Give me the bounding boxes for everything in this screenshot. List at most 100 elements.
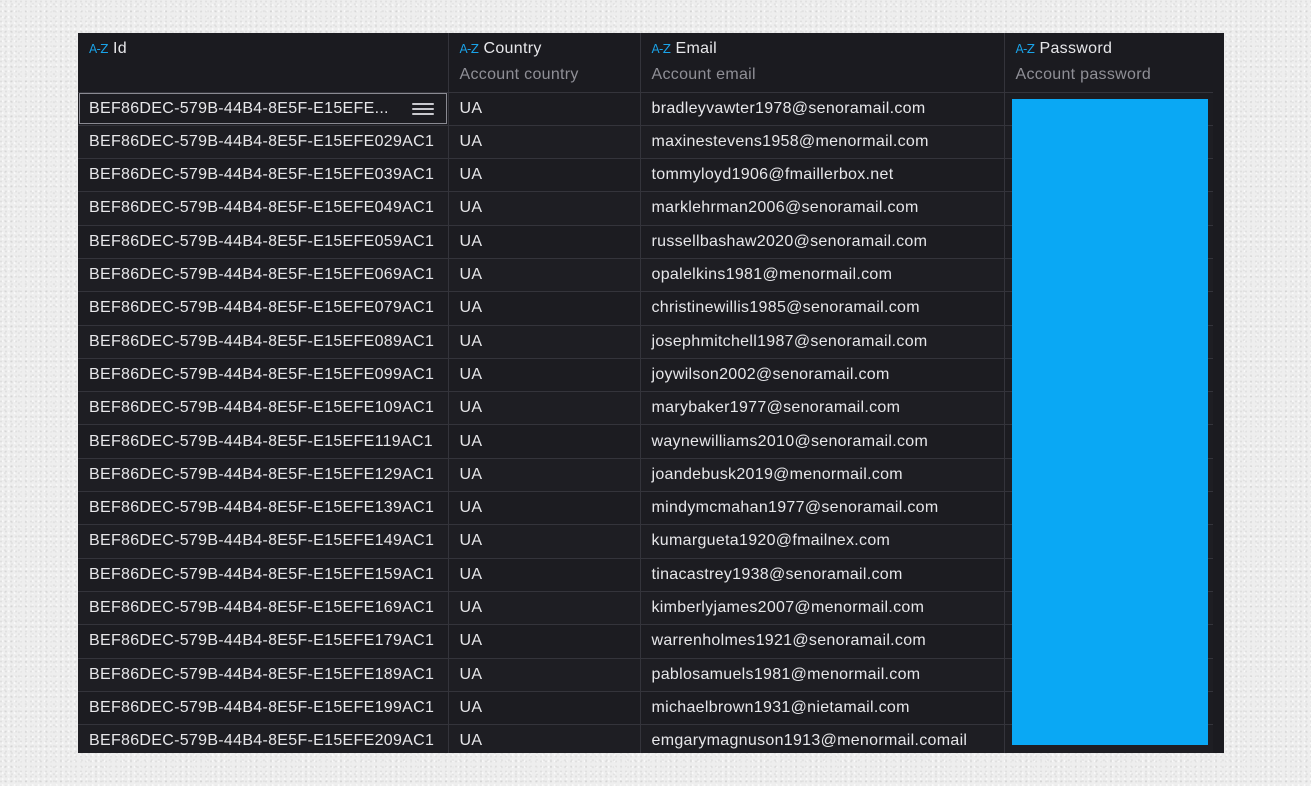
cell-text: maxinestevens1958@menormail.com <box>651 132 929 150</box>
id-cell[interactable]: BEF86DEC-579B-44B4-8E5F-E15EFE149AC1 <box>78 524 449 559</box>
cell-text: BEF86DEC-579B-44B4-8E5F-E15EFE049AC1 <box>89 199 435 217</box>
id-cell[interactable]: BEF86DEC-579B-44B4-8E5F-E15EFE109AC1 <box>78 391 449 426</box>
country-cell[interactable]: UA <box>448 158 641 193</box>
cell-text: josephmitchell1987@senoramail.com <box>651 332 928 350</box>
email-cell[interactable]: waynewilliams2010@senoramail.com <box>640 424 1005 459</box>
country-cell[interactable]: UA <box>448 325 641 359</box>
sort-az-icon[interactable]: A-Z <box>1016 42 1036 56</box>
email-cell[interactable]: russellbashaw2020@senoramail.com <box>640 225 1005 259</box>
id-cell[interactable]: BEF86DEC-579B-44B4-8E5F-E15EFE179AC1 <box>78 624 449 659</box>
country-cell[interactable]: UA <box>448 125 641 160</box>
sort-az-icon[interactable]: A-Z <box>460 42 480 56</box>
email-cell[interactable]: kumargueta1920@fmailnex.com <box>640 524 1005 559</box>
email-cell[interactable]: kimberlyjames2007@menormail.com <box>640 591 1005 626</box>
cell-text: BEF86DEC-579B-44B4-8E5F-E15EFE079AC1 <box>89 299 435 317</box>
id-cell[interactable]: BEF86DEC-579B-44B4-8E5F-E15EFE199AC1 <box>78 691 449 726</box>
id-cell[interactable]: BEF86DEC-579B-44B4-8E5F-E15EFE... <box>78 92 449 126</box>
id-cell[interactable]: BEF86DEC-579B-44B4-8E5F-E15EFE189AC1 <box>78 658 449 692</box>
hamburger-menu-icon[interactable] <box>411 102 434 115</box>
country-cell[interactable]: UA <box>448 691 641 726</box>
email-cell[interactable]: christinewillis1985@senoramail.com <box>640 291 1005 326</box>
cell-text: bradleyvawter1978@senoramail.com <box>651 99 926 117</box>
id-cell[interactable]: BEF86DEC-579B-44B4-8E5F-E15EFE069AC1 <box>78 258 449 293</box>
cell-text: BEF86DEC-579B-44B4-8E5F-E15EFE109AC1 <box>89 399 435 417</box>
id-cell[interactable]: BEF86DEC-579B-44B4-8E5F-E15EFE079AC1 <box>78 291 449 326</box>
cell-text: UA <box>459 399 483 417</box>
email-cell[interactable]: michaelbrown1931@nietamail.com <box>640 691 1005 726</box>
cell-text: joandebusk2019@menormail.com <box>651 465 903 483</box>
id-cell[interactable]: BEF86DEC-579B-44B4-8E5F-E15EFE099AC1 <box>78 358 449 393</box>
country-cell[interactable]: UA <box>448 291 641 326</box>
email-cell[interactable]: pablosamuels1981@menormail.com <box>640 658 1005 692</box>
cell-text: UA <box>459 166 483 184</box>
column-description: Account email <box>651 66 756 83</box>
country-cell[interactable]: UA <box>448 524 641 559</box>
id-cell[interactable]: BEF86DEC-579B-44B4-8E5F-E15EFE169AC1 <box>78 591 449 626</box>
country-cell[interactable]: UA <box>448 458 641 493</box>
id-cell[interactable]: BEF86DEC-579B-44B4-8E5F-E15EFE059AC1 <box>78 225 449 259</box>
country-cell[interactable]: UA <box>448 558 641 592</box>
id-cell[interactable]: BEF86DEC-579B-44B4-8E5F-E15EFE049AC1 <box>78 191 449 226</box>
email-cell[interactable]: opalelkins1981@menormail.com <box>640 258 1005 293</box>
country-cell[interactable]: UA <box>448 258 641 293</box>
cell-text: kumargueta1920@fmailnex.com <box>651 532 891 550</box>
cell-text: UA <box>459 665 483 683</box>
country-cell[interactable]: UA <box>448 724 641 753</box>
email-cell[interactable]: maxinestevens1958@menormail.com <box>640 125 1005 160</box>
column-header-password[interactable]: A-Z Password Account password <box>1004 33 1214 93</box>
country-cell[interactable]: UA <box>448 92 641 126</box>
country-cell[interactable]: UA <box>448 591 641 626</box>
email-cell[interactable]: bradleyvawter1978@senoramail.com <box>640 92 1005 126</box>
email-cell[interactable]: marybaker1977@senoramail.com <box>640 391 1005 426</box>
email-cell[interactable]: warrenholmes1921@senoramail.com <box>640 624 1005 659</box>
country-cell[interactable]: UA <box>448 624 641 659</box>
redacted-password-area <box>1012 99 1208 745</box>
column-header-email[interactable]: A-Z Email Account email <box>640 33 1005 93</box>
email-cell[interactable]: mindymcmahan1977@senoramail.com <box>640 491 1005 526</box>
cell-text: UA <box>459 732 483 750</box>
cell-text: mindymcmahan1977@senoramail.com <box>651 499 939 517</box>
cell-text: UA <box>459 632 483 650</box>
country-cell[interactable]: UA <box>448 491 641 526</box>
country-cell[interactable]: UA <box>448 225 641 259</box>
cell-text: UA <box>459 299 483 317</box>
cell-text: BEF86DEC-579B-44B4-8E5F-E15EFE199AC1 <box>89 698 435 716</box>
column-title: Country <box>483 39 542 57</box>
email-cell[interactable]: josephmitchell1987@senoramail.com <box>640 325 1005 359</box>
id-cell[interactable]: BEF86DEC-579B-44B4-8E5F-E15EFE139AC1 <box>78 491 449 526</box>
country-cell[interactable]: UA <box>448 424 641 459</box>
id-cell[interactable]: BEF86DEC-579B-44B4-8E5F-E15EFE089AC1 <box>78 325 449 359</box>
cell-text: BEF86DEC-579B-44B4-8E5F-E15EFE139AC1 <box>89 499 435 517</box>
id-cell[interactable]: BEF86DEC-579B-44B4-8E5F-E15EFE209AC1 <box>78 724 449 753</box>
data-grid: A-Z Id A-Z Country Account country A-Z E… <box>78 33 1224 753</box>
country-cell[interactable]: UA <box>448 358 641 393</box>
cell-text: joywilson2002@senoramail.com <box>651 365 890 383</box>
id-cell[interactable]: BEF86DEC-579B-44B4-8E5F-E15EFE029AC1 <box>78 125 449 160</box>
country-cell[interactable]: UA <box>448 191 641 226</box>
cell-text: michaelbrown1931@nietamail.com <box>651 698 910 716</box>
id-cell[interactable]: BEF86DEC-579B-44B4-8E5F-E15EFE119AC1 <box>78 424 449 459</box>
cell-text: UA <box>459 199 483 217</box>
grid-right-edge <box>1213 33 1224 753</box>
column-header-id[interactable]: A-Z Id <box>78 33 449 93</box>
cell-text: UA <box>459 698 483 716</box>
country-cell[interactable]: UA <box>448 391 641 426</box>
email-cell[interactable]: marklehrman2006@senoramail.com <box>640 191 1005 226</box>
country-cell[interactable]: UA <box>448 658 641 692</box>
column-header-country[interactable]: A-Z Country Account country <box>448 33 641 93</box>
cell-text: BEF86DEC-579B-44B4-8E5F-E15EFE059AC1 <box>89 232 435 250</box>
id-cell[interactable]: BEF86DEC-579B-44B4-8E5F-E15EFE039AC1 <box>78 158 449 193</box>
email-cell[interactable]: emgarymagnuson1913@menormail.comail <box>640 724 1005 753</box>
sort-az-icon[interactable]: A-Z <box>89 42 109 56</box>
email-cell[interactable]: joandebusk2019@menormail.com <box>640 458 1005 493</box>
cell-text: BEF86DEC-579B-44B4-8E5F-E15EFE209AC1 <box>89 732 435 750</box>
email-cell[interactable]: tommyloyd1906@fmaillerbox.net <box>640 158 1005 193</box>
sort-az-icon[interactable]: A-Z <box>652 42 672 56</box>
email-cell[interactable]: joywilson2002@senoramail.com <box>640 358 1005 393</box>
cell-text: christinewillis1985@senoramail.com <box>651 299 920 317</box>
cell-text: UA <box>459 332 483 350</box>
email-cell[interactable]: tinacastrey1938@senoramail.com <box>640 558 1005 592</box>
id-cell[interactable]: BEF86DEC-579B-44B4-8E5F-E15EFE129AC1 <box>78 458 449 493</box>
id-cell[interactable]: BEF86DEC-579B-44B4-8E5F-E15EFE159AC1 <box>78 558 449 592</box>
cell-text: marybaker1977@senoramail.com <box>651 399 901 417</box>
